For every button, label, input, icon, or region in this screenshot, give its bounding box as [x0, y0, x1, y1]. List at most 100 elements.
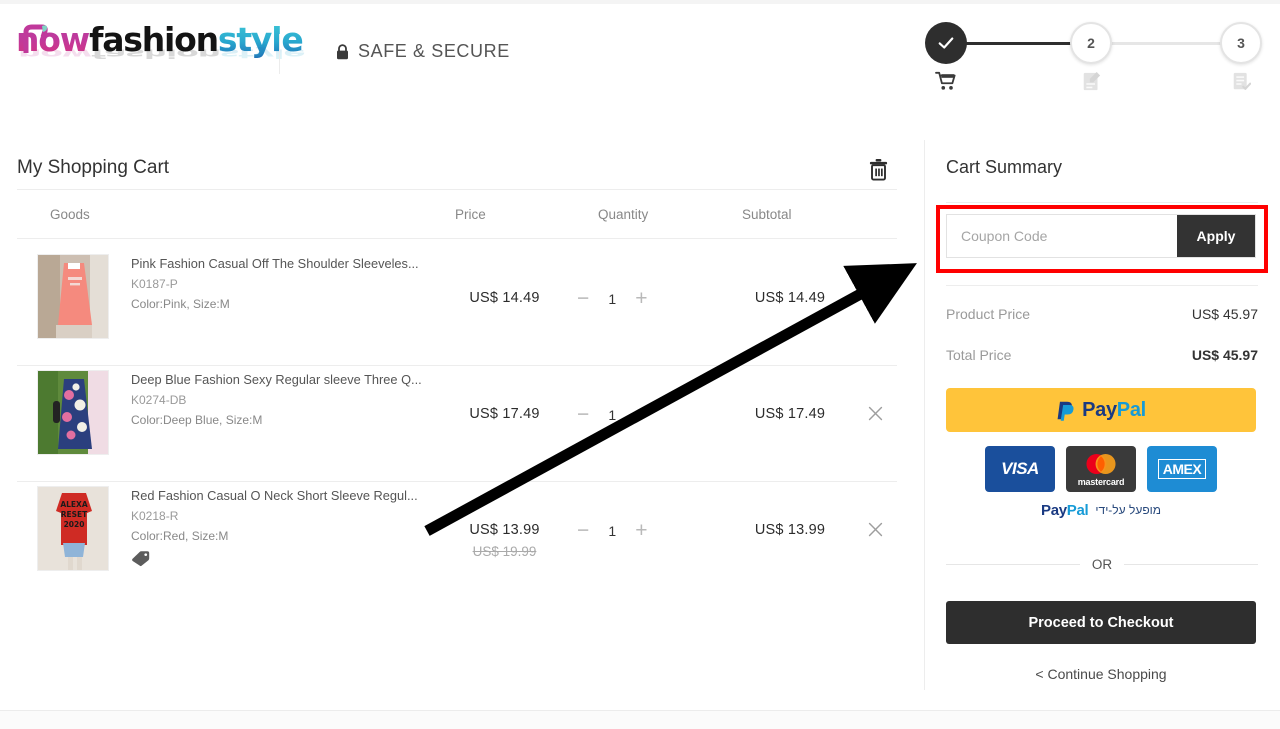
total-price-row: Total Price US$ 45.97	[946, 347, 1258, 363]
product-price: US$ 13.99	[469, 522, 540, 538]
column-header-subtotal: Subtotal	[742, 207, 792, 222]
svg-text:2020: 2020	[64, 520, 85, 529]
product-thumbnail[interactable]: ALEXA RESET 2020	[37, 486, 109, 571]
quantity-increase-button[interactable]: +	[635, 288, 647, 309]
quantity-stepper[interactable]: − 1 +	[577, 520, 648, 541]
close-icon	[868, 290, 882, 304]
step-payment[interactable]: 3	[1220, 22, 1262, 90]
mastercard-label: mastercard	[1077, 476, 1125, 487]
paypal-logo-icon	[1057, 401, 1074, 421]
remove-item-button[interactable]	[862, 516, 888, 542]
page-title: My Shopping Cart	[17, 157, 170, 178]
table-row: ALEXA RESET 2020 Red Fashion Casual O Ne…	[17, 482, 897, 607]
cart-pane: My Shopping Cart Goods Price Quantity Su…	[0, 140, 925, 690]
safe-secure-label: SAFE & SECURE	[358, 41, 510, 61]
product-thumbnail[interactable]	[37, 370, 109, 455]
product-subtotal: US$ 13.99	[754, 522, 826, 538]
product-name[interactable]: Red Fashion Casual O Neck Short Sleeve R…	[131, 488, 418, 503]
product-original-price: US$ 19.99	[472, 544, 537, 559]
cart-summary-title: Cart Summary	[946, 157, 1063, 177]
step-payment-icon-wrap	[1220, 68, 1262, 94]
svg-text:RESET: RESET	[61, 510, 88, 519]
close-icon	[868, 406, 882, 420]
step-cart[interactable]	[925, 22, 967, 90]
clear-cart-button[interactable]	[862, 154, 894, 184]
product-name[interactable]: Pink Fashion Casual Off The Shoulder Sle…	[131, 256, 419, 271]
quantity-stepper[interactable]: − 1 +	[577, 404, 648, 425]
trash-icon	[869, 158, 887, 180]
product-price-label: Product Price	[946, 306, 1031, 322]
product-thumbnail[interactable]	[37, 254, 109, 339]
cart-summary-panel: Cart Summary	[946, 140, 1258, 203]
document-check-icon	[1233, 72, 1251, 90]
step-payment-bubble: 3	[1220, 22, 1262, 64]
table-row: Deep Blue Fashion Sexy Regular sleeve Th…	[17, 366, 897, 481]
column-header-goods: Goods	[50, 207, 90, 222]
product-attributes: Color:Red, Size:M	[131, 529, 229, 543]
table-row: Pink Fashion Casual Off The Shoulder Sle…	[17, 250, 897, 365]
shopping-cart-icon	[935, 71, 956, 90]
checkout-cart-page: nowfashionstyle nowfashionstyle SAFE & S…	[0, 0, 1280, 729]
powered-by-text: מופעל על-ידי	[1095, 503, 1161, 517]
mastercard-card-icon: mastercard	[1066, 446, 1136, 492]
product-name[interactable]: Deep Blue Fashion Sexy Regular sleeve Th…	[131, 372, 422, 387]
product-price: US$ 14.49	[469, 290, 540, 306]
remove-item-button[interactable]	[862, 284, 888, 310]
site-logo[interactable]: nowfashionstyle nowfashionstyle	[16, 18, 305, 80]
product-image-floral-dress	[38, 371, 108, 454]
quantity-decrease-button[interactable]: −	[577, 520, 589, 541]
quantity-value: 1	[608, 522, 617, 539]
product-sku: K0187-P	[131, 277, 178, 291]
quantity-stepper[interactable]: − 1 +	[577, 288, 648, 309]
coupon-code-field[interactable]: Apply	[946, 214, 1256, 258]
svg-text:ALEXA: ALEXA	[60, 500, 87, 509]
column-header-quantity: Quantity	[598, 207, 649, 222]
summary-rule-top	[946, 202, 1258, 203]
quantity-decrease-button[interactable]: −	[577, 288, 589, 309]
column-header-price: Price	[455, 207, 486, 222]
apply-coupon-button[interactable]: Apply	[1177, 215, 1255, 257]
amex-label: AMEX	[1157, 459, 1207, 479]
continue-shopping-link[interactable]: < Continue Shopping	[946, 666, 1256, 682]
quantity-increase-button[interactable]: +	[635, 520, 647, 541]
coupon-input[interactable]	[947, 215, 1177, 257]
logo-part-style: style	[217, 20, 304, 59]
total-price-label: Total Price	[946, 347, 1012, 363]
step-address-icon-wrap	[1070, 68, 1112, 94]
checkout-progress: 2 3	[925, 22, 1262, 94]
accepted-cards: VISA mastercard AMEX	[946, 446, 1256, 492]
quantity-value: 1	[608, 406, 617, 423]
product-price-value: US$ 45.97	[1191, 306, 1258, 322]
quantity-decrease-button[interactable]: −	[577, 404, 589, 425]
discount-tag-icon	[131, 550, 153, 568]
step-address[interactable]: 2	[1070, 22, 1112, 90]
powered-paypal-pay: Pay	[1041, 501, 1067, 519]
logo-leaf-icon	[23, 24, 48, 53]
quantity-value: 1	[608, 290, 617, 307]
step-cart-icon-wrap	[925, 68, 967, 94]
or-line-right	[1124, 563, 1258, 565]
or-separator: OR	[946, 553, 1258, 575]
site-header: nowfashionstyle nowfashionstyle SAFE & S…	[0, 4, 1280, 108]
product-sku: K0274-DB	[131, 393, 187, 407]
summary-rule-mid	[946, 285, 1258, 286]
powered-by-paypal: PayPal מופעל על-ידי	[946, 500, 1256, 520]
pane-divider	[924, 140, 925, 690]
product-image-pink-dress	[38, 255, 108, 338]
total-price-value: US$ 45.97	[1191, 347, 1258, 363]
or-label: OR	[1091, 556, 1113, 572]
step-address-bubble: 2	[1070, 22, 1112, 64]
check-icon	[938, 37, 954, 49]
form-edit-icon	[1083, 71, 1100, 90]
step-cart-bubble	[925, 22, 967, 64]
remove-item-button[interactable]	[862, 400, 888, 426]
proceed-to-checkout-button[interactable]: Proceed to Checkout	[946, 601, 1256, 644]
paypal-checkout-button[interactable]: PayPal	[946, 388, 1256, 432]
title-rule	[17, 189, 897, 190]
close-icon	[868, 522, 882, 536]
product-image-red-tee: ALEXA RESET 2020	[38, 487, 108, 570]
quantity-increase-button[interactable]: +	[635, 404, 647, 425]
or-line-left	[946, 563, 1080, 565]
product-sku: K0218-R	[131, 509, 179, 523]
footer-area	[0, 711, 1280, 729]
